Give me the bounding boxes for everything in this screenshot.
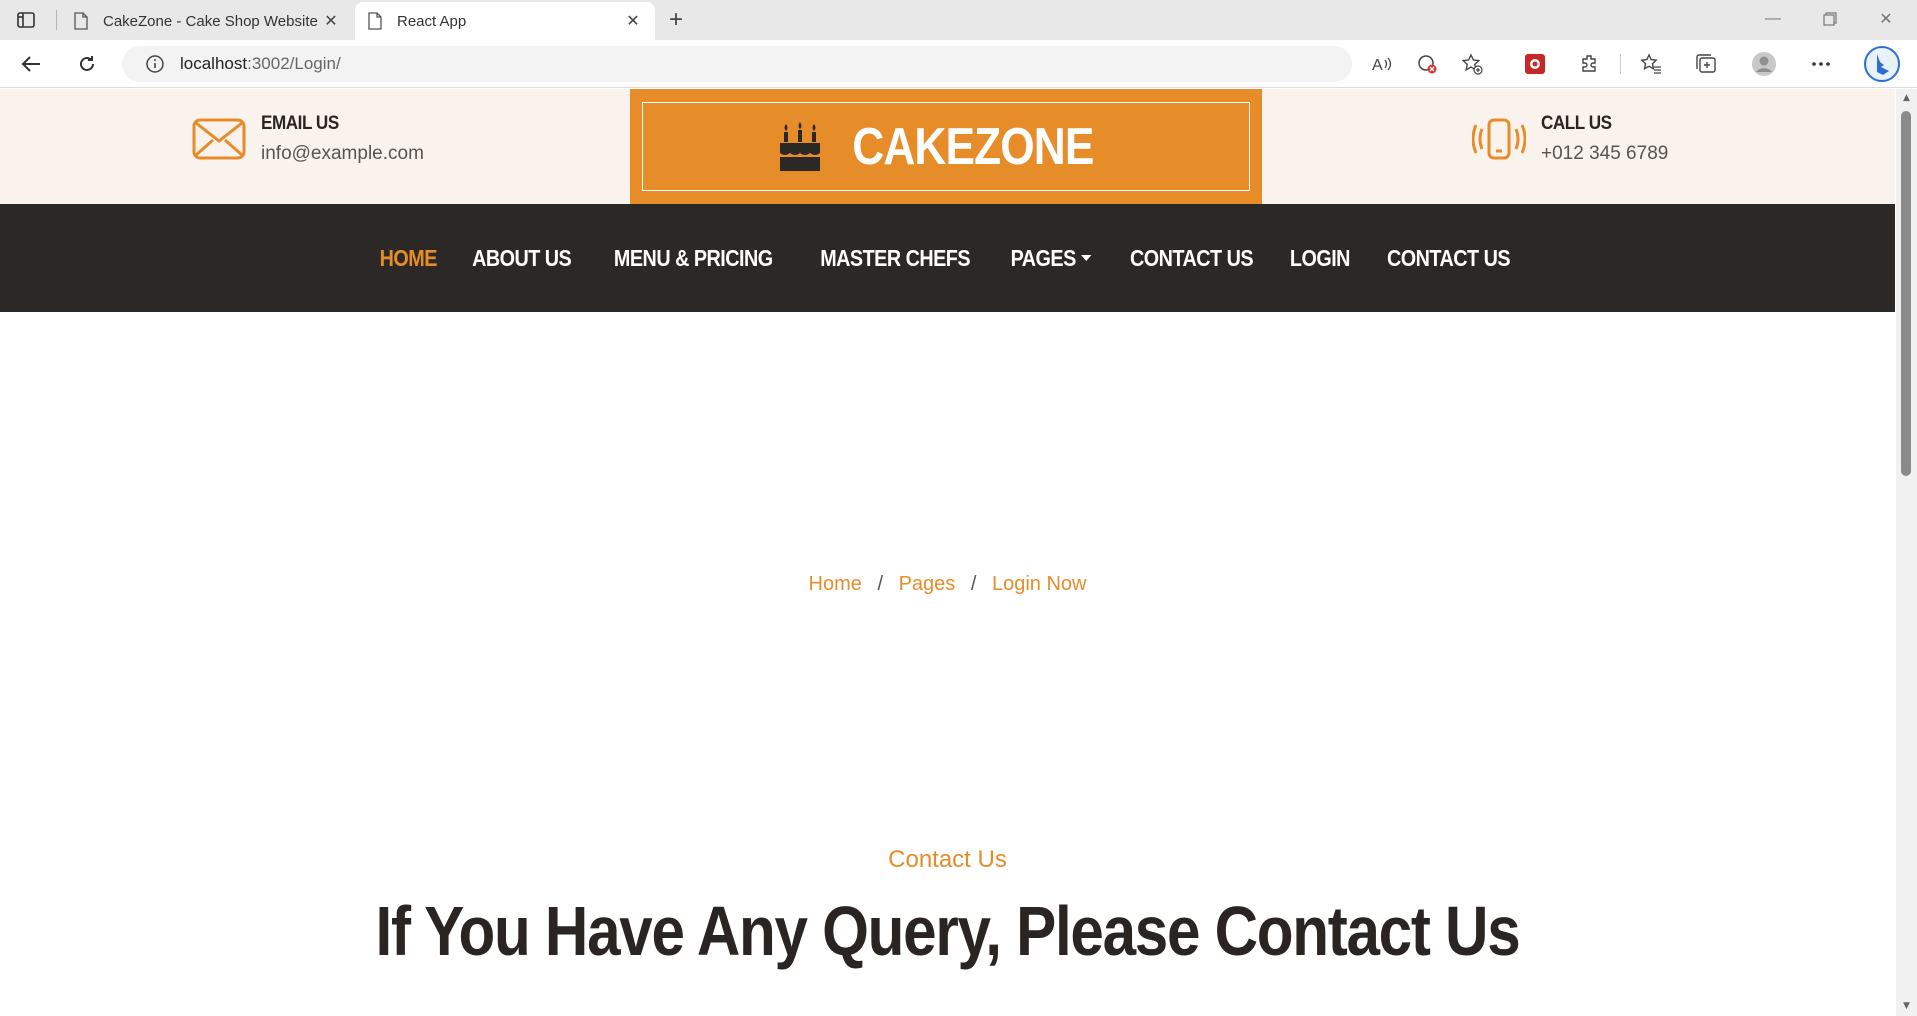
copilot-icon[interactable] (1862, 44, 1902, 84)
minimize-icon[interactable]: — (1753, 6, 1793, 32)
extensions-icon[interactable] (1573, 48, 1607, 80)
url-path: :3002/Login/ (247, 54, 341, 73)
read-aloud-icon[interactable]: A (1365, 48, 1399, 80)
tab-cakezone[interactable]: CakeZone - Cake Shop Website T ✕ (61, 2, 353, 40)
browser-toolbar: localhost:3002/Login/ A (0, 40, 1917, 88)
url-host: localhost (180, 54, 248, 73)
caret-down-icon (1080, 255, 1092, 261)
tab-react-app[interactable]: React App ✕ (355, 2, 655, 40)
section-subtitle: Contact Us (888, 846, 1007, 873)
tab-actions-icon[interactable] (10, 7, 42, 33)
logo-frame: CAKEZONE (642, 102, 1250, 191)
svg-text:A: A (1372, 57, 1383, 74)
site-info-icon[interactable] (144, 53, 166, 75)
email-contact: EMAIL US info@example.com (191, 111, 424, 167)
restore-icon[interactable] (1810, 6, 1850, 32)
nav-home[interactable]: HOME (380, 245, 438, 272)
browser-tab-bar: CakeZone - Cake Shop Website T ✕ React A… (0, 0, 1917, 40)
more-options-icon[interactable] (1804, 48, 1838, 80)
new-tab-button[interactable]: + (662, 6, 690, 34)
url-text: localhost:3002/Login/ (180, 54, 341, 74)
scroll-up-icon[interactable]: ▲ (1901, 93, 1912, 103)
main-navbar: HOME ABOUT US MENU & PRICING MASTER CHEF… (0, 204, 1895, 312)
address-bar[interactable]: localhost:3002/Login/ (122, 46, 1352, 82)
collections-icon[interactable] (1689, 48, 1723, 80)
toolbar-divider (1620, 54, 1621, 74)
page-icon (74, 12, 88, 30)
refresh-icon[interactable] (70, 48, 104, 80)
breadcrumb-separator: / (970, 573, 977, 595)
profile-avatar-icon[interactable] (1747, 48, 1781, 80)
nav-about-us[interactable]: ABOUT US (472, 245, 572, 272)
breadcrumb-current: Login Now (991, 573, 1087, 595)
tab-title: React App (397, 12, 467, 30)
page-scrollbar[interactable]: ▲ ▼ (1896, 89, 1917, 1016)
close-icon[interactable]: ✕ (321, 11, 341, 31)
breadcrumb-home[interactable]: Home (809, 573, 862, 595)
nav-menu-pricing[interactable]: MENU & PRICING (614, 245, 773, 272)
top-contact-bar: EMAIL US info@example.com CAKEZONE CALL … (0, 89, 1895, 204)
tab-divider (56, 10, 57, 30)
breadcrumb-pages[interactable]: Pages (899, 573, 956, 595)
phone-vibrate-icon (1471, 111, 1527, 167)
email-value[interactable]: info@example.com (261, 143, 424, 165)
breadcrumb: Home / Pages / Login Now (0, 573, 1895, 596)
favorites-icon[interactable] (1634, 48, 1668, 80)
nav-login[interactable]: LOGIN (1290, 245, 1351, 272)
call-heading: CALL US (1541, 113, 1612, 134)
site-logo[interactable]: CAKEZONE (630, 89, 1262, 204)
logo-text: CAKEZONE (852, 117, 1094, 176)
add-favorite-icon[interactable] (1455, 48, 1489, 80)
nav-pages-label: PAGES (1010, 244, 1077, 271)
email-heading: EMAIL US (261, 113, 339, 134)
nav-pages-dropdown[interactable]: PAGES (1011, 245, 1092, 272)
close-window-icon[interactable]: ✕ (1866, 6, 1906, 32)
section-title: If You Have Any Query, Please Contact Us (375, 892, 1521, 970)
envelope-icon (191, 111, 247, 167)
page-icon (368, 12, 382, 30)
breadcrumb-separator: / (877, 573, 883, 595)
tab-title: CakeZone - Cake Shop Website T (103, 12, 321, 30)
nav-contact-us-2[interactable]: CONTACT US (1387, 245, 1511, 272)
scroll-thumb[interactable] (1901, 111, 1911, 476)
tracking-prevention-icon[interactable] (1410, 48, 1444, 80)
web-page: EMAIL US info@example.com CAKEZONE CALL … (0, 89, 1895, 1016)
call-value[interactable]: +012 345 6789 (1541, 143, 1668, 165)
nav-master-chefs[interactable]: MASTER CHEFS (820, 245, 970, 272)
back-icon[interactable] (14, 48, 48, 80)
scroll-down-icon[interactable]: ▼ (1901, 1001, 1912, 1011)
birthday-cake-icon (780, 121, 821, 171)
nav-contact-us[interactable]: CONTACT US (1130, 245, 1254, 272)
close-icon[interactable]: ✕ (623, 11, 643, 31)
phone-contact: CALL US +012 345 6789 (1471, 111, 1668, 167)
extension-app-icon[interactable] (1518, 48, 1552, 80)
